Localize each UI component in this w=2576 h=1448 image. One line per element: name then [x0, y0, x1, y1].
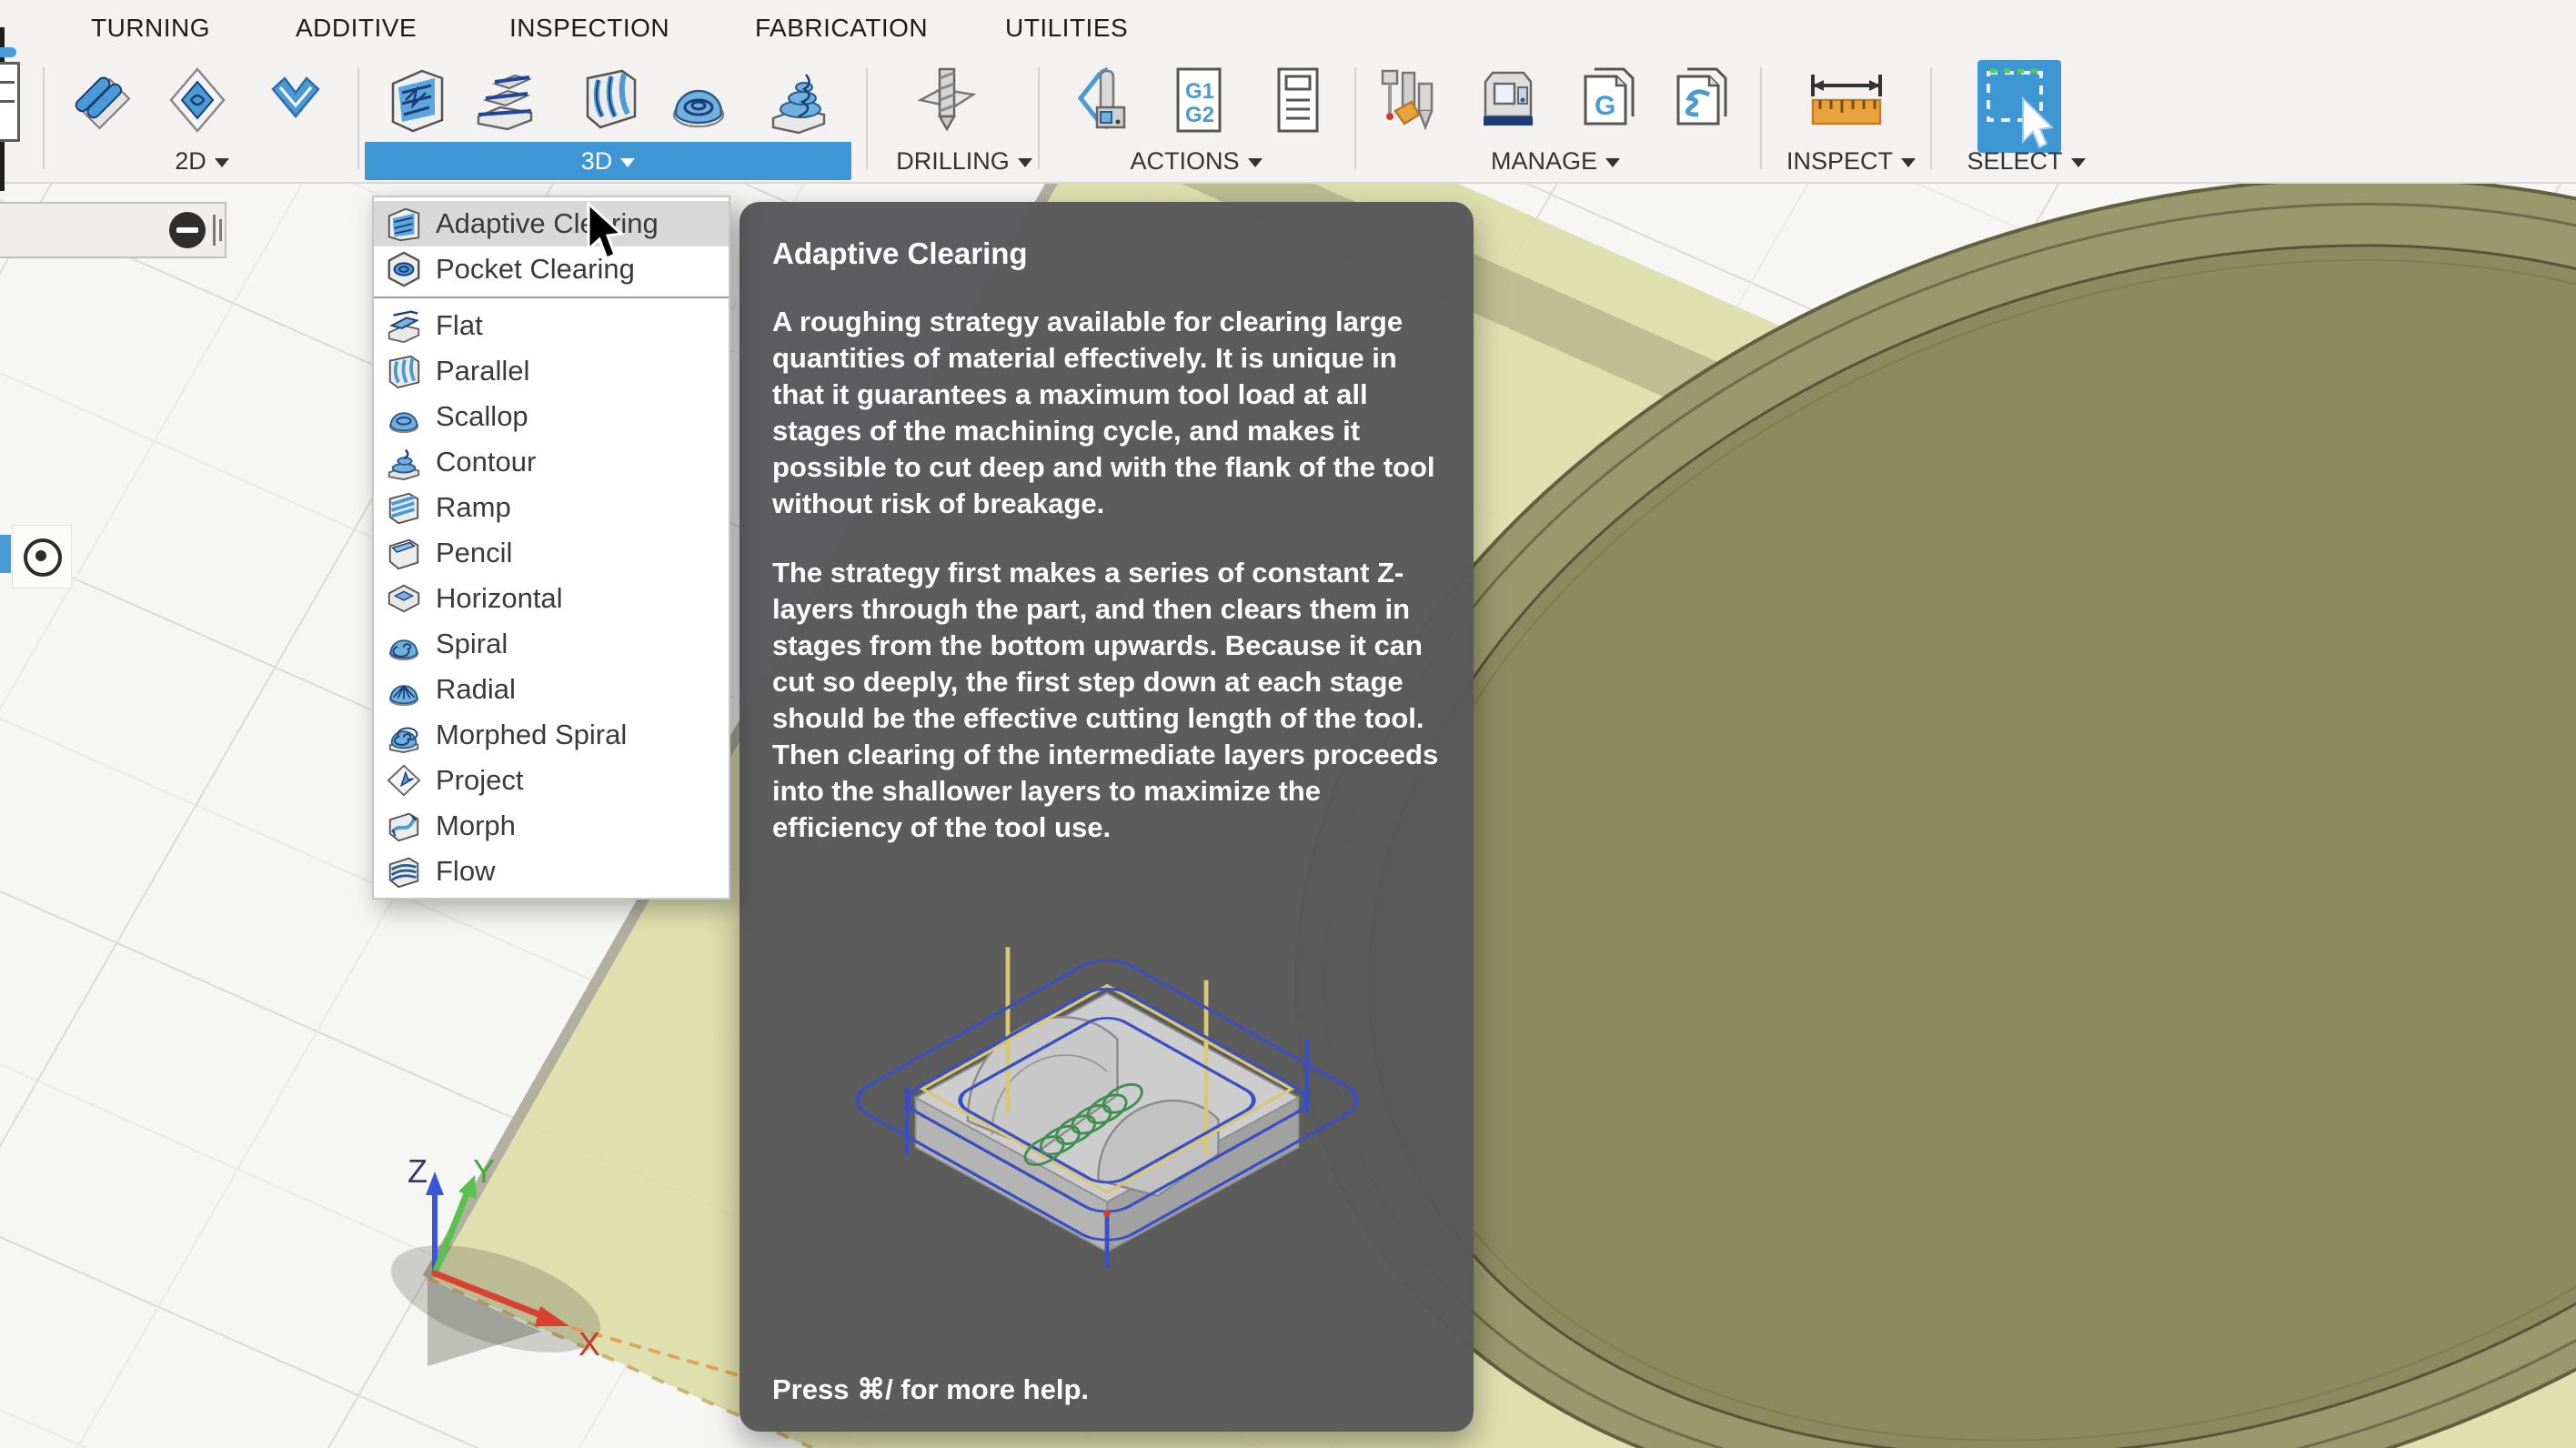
g-code-icon[interactable]: G1 G2 [1167, 64, 1231, 136]
collapse-browser-icon[interactable] [169, 212, 206, 248]
group-label-2d[interactable]: 2D [71, 142, 333, 180]
clipped-active-tab-sliver [0, 47, 16, 57]
group-label-drilling[interactable]: DRILLING [887, 142, 1041, 180]
axis-z-label: Z [408, 1152, 428, 1190]
2d-adaptive-icon[interactable] [71, 64, 135, 136]
axis-x-label: X [579, 1325, 600, 1363]
menu-item-spiral[interactable]: Spiral [374, 621, 729, 667]
menu-item-pencil[interactable]: Pencil [374, 530, 729, 576]
panel-grip-icon[interactable] [211, 215, 224, 246]
flow-icon [385, 852, 423, 890]
group-label-manage[interactable]: MANAGE [1364, 142, 1746, 180]
manufacture-toolbar: G1 G2 [0, 56, 2576, 184]
parallel-icon [385, 352, 423, 390]
menu-item-adaptive-clearing[interactable]: Adaptive Clearing [374, 201, 729, 246]
caret-down-icon [1605, 158, 1620, 167]
menu-item-ramp[interactable]: Ramp [374, 485, 729, 530]
scallop-icon [385, 397, 423, 436]
tab-fabrication[interactable]: FABRICATION [755, 0, 928, 56]
tool-library-icon[interactable] [1377, 64, 1441, 136]
adaptive-clearing-illustration [825, 893, 1389, 1293]
group-label-3d-active[interactable]: 3D [365, 142, 851, 180]
ramp-icon [385, 488, 423, 527]
menu-item-contour[interactable]: Contour [374, 439, 729, 485]
scallop-icon[interactable] [667, 64, 730, 136]
clipped-toolbar-icon [0, 62, 20, 142]
radial-icon [385, 670, 423, 709]
horizontal-icon [385, 579, 423, 618]
group-label-actions[interactable]: ACTIONS [1055, 142, 1337, 180]
2d-contour-icon[interactable] [264, 64, 327, 136]
svg-text:G: G [1595, 91, 1615, 121]
tooltip-help-hint: Press ⌘/ for more help. [772, 1373, 1089, 1406]
caret-down-icon [215, 158, 229, 167]
3d-strategies-menu: Adaptive Clearing Pocket Clearing Flat P… [372, 196, 730, 900]
menu-item-radial[interactable]: Radial [374, 667, 729, 712]
tab-utilities[interactable]: UTILITIES [1005, 0, 1128, 56]
menu-item-horizontal[interactable]: Horizontal [374, 576, 729, 621]
tab-inspection[interactable]: INSPECTION [509, 0, 669, 56]
parallel-icon[interactable] [579, 64, 642, 136]
adaptive-clearing-icon [385, 205, 423, 243]
menu-item-parallel[interactable]: Parallel [374, 348, 729, 394]
origin-visibility-widget[interactable] [12, 525, 72, 588]
caret-down-icon [1901, 158, 1916, 167]
caret-down-icon [620, 158, 635, 167]
tooltip-title: Adaptive Clearing [772, 236, 1441, 271]
flat-icon [385, 307, 423, 345]
post-process-icon[interactable] [1073, 64, 1137, 136]
spiral-steps-icon[interactable] [766, 64, 830, 136]
project-icon [385, 761, 423, 799]
svg-text:G2: G2 [1185, 103, 1214, 127]
group-label-inspect[interactable]: INSPECT [1774, 142, 1928, 180]
post-library-icon[interactable] [1669, 64, 1733, 136]
tab-turning[interactable]: TURNING [91, 0, 210, 56]
morphed-spiral-icon [385, 716, 423, 754]
selection-box-icon[interactable] [1976, 58, 2063, 155]
pocket-clearing-icon [385, 250, 423, 288]
menu-item-morphed-spiral[interactable]: Morphed Spiral [374, 712, 729, 758]
tooltip-paragraph-1: A roughing strategy available for cleari… [772, 304, 1441, 522]
spiral-icon [385, 625, 423, 663]
fusion-manufacture-workspace: Z Y X TURNING ADDITIVE INSPECTION FABRIC… [0, 0, 2576, 1448]
browser-collapsed-bar [0, 202, 226, 258]
svg-text:G1: G1 [1185, 79, 1214, 104]
drill-icon[interactable] [915, 64, 979, 136]
caret-down-icon [1018, 158, 1032, 167]
g-file-icon[interactable]: G [1576, 64, 1640, 136]
tab-additive[interactable]: ADDITIVE [296, 0, 417, 56]
menu-item-morph[interactable]: Morph [374, 803, 729, 849]
mouse-cursor [585, 202, 632, 264]
axis-y-label: Y [473, 1152, 495, 1190]
browser-selection-sliver [0, 535, 11, 573]
caret-down-icon [2071, 158, 2086, 167]
adaptive-clearing-tooltip: Adaptive Clearing A roughing strategy av… [740, 202, 1474, 1432]
menu-item-flow[interactable]: Flow [374, 849, 729, 894]
menu-item-project[interactable]: Project [374, 758, 729, 803]
adaptive-clearing-icon[interactable] [386, 64, 449, 136]
contour-icon [385, 443, 423, 481]
caret-down-icon [1248, 158, 1263, 167]
machine-icon[interactable] [1476, 64, 1540, 136]
2d-pocket-icon[interactable] [166, 64, 229, 136]
menu-item-flat[interactable]: Flat [374, 303, 729, 348]
setup-sheet-icon[interactable] [1266, 64, 1330, 136]
morph-icon [385, 807, 423, 845]
group-label-select[interactable]: SELECT [1947, 142, 2106, 180]
menu-item-scallop[interactable]: Scallop [374, 394, 729, 439]
measure-icon[interactable] [1806, 64, 1887, 136]
tooltip-paragraph-2: The strategy first makes a series of con… [772, 555, 1441, 846]
flat-steps-icon[interactable] [473, 64, 537, 136]
pencil-icon [385, 534, 423, 572]
menu-item-pocket-clearing[interactable]: Pocket Clearing [374, 246, 729, 292]
workspace-tab-bar: TURNING ADDITIVE INSPECTION FABRICATION … [0, 0, 2576, 56]
menu-separator [374, 297, 729, 298]
